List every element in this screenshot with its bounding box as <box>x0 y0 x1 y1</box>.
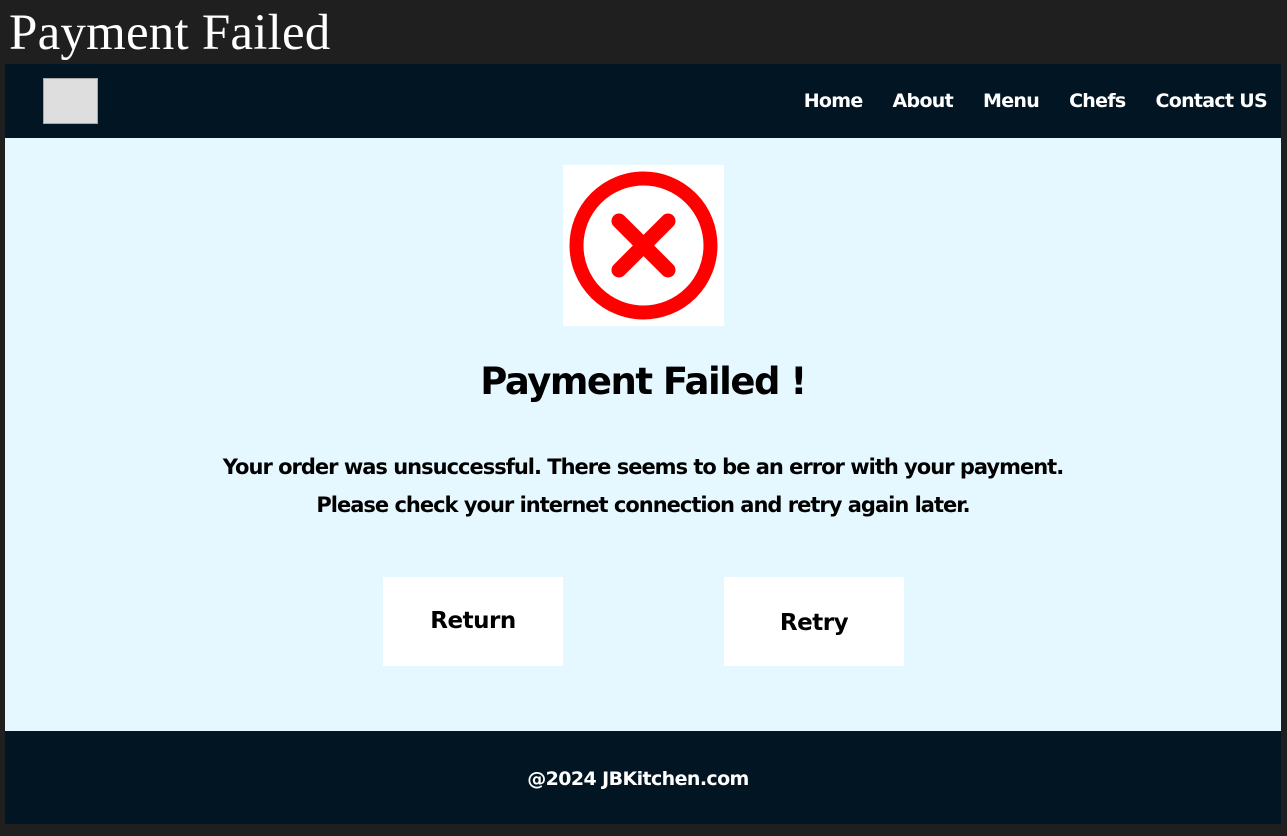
retry-button[interactable]: Retry <box>724 577 904 666</box>
error-message: Your order was unsuccessful. There seems… <box>5 448 1281 524</box>
main-content: Payment Failed ! Your order was unsucces… <box>5 138 1281 731</box>
error-icon-container <box>563 165 724 326</box>
footer-copyright: @2024 JBKitchen.com <box>527 767 749 790</box>
error-message-line-1: Your order was unsuccessful. There seems… <box>222 455 1064 479</box>
return-button[interactable]: Return <box>383 577 563 666</box>
nav-links: Home About Menu Chefs Contact US <box>774 64 1268 138</box>
error-x-circle-icon <box>569 171 718 320</box>
nav-link-contact[interactable]: Contact US <box>1156 90 1268 112</box>
browser-viewport: Home About Menu Chefs Contact US Payment… <box>5 64 1281 824</box>
nav-link-menu[interactable]: Menu <box>983 90 1040 112</box>
nav-link-about[interactable]: About <box>893 90 954 112</box>
page-heading: Payment Failed ! <box>480 360 807 403</box>
error-message-line-2: Please check your internet connection an… <box>316 493 970 517</box>
logo-image[interactable] <box>43 78 98 124</box>
nav-link-chefs[interactable]: Chefs <box>1069 90 1126 112</box>
footer: @2024 JBKitchen.com <box>5 731 1281 824</box>
navbar: Home About Menu Chefs Contact US <box>5 64 1281 138</box>
nav-link-home[interactable]: Home <box>804 90 864 112</box>
window-title: Payment Failed <box>9 5 331 61</box>
